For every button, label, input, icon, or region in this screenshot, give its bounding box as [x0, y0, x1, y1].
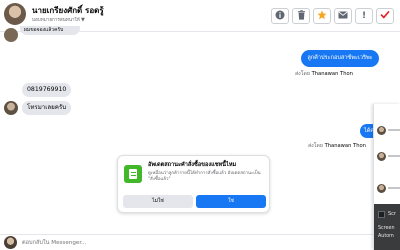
outgoing-message: ลูกค้าประกอบสาซ์พะเวริพะ	[301, 50, 379, 67]
notification-avatar[interactable]	[377, 152, 386, 161]
sent-by-label: ส่งโดย Thanawan Thon	[295, 70, 353, 78]
message-composer	[0, 234, 400, 250]
contact-name[interactable]: นายเกรียงศักดิ์ รอดรู้	[32, 4, 104, 17]
sender-name[interactable]: Thanawan Thon	[325, 143, 366, 149]
prompt-title: อัพเดตสถานะคำสั่งซื้อของแชทนี้ไหม	[148, 162, 237, 168]
page-avatar	[4, 236, 17, 249]
assign-conversation-label[interactable]: มอบหมายการสนทนาให้	[32, 17, 80, 24]
sent-by-prefix: ส่งโดย	[295, 71, 310, 77]
side-overlay-panel: Scr Screen Autom	[373, 104, 400, 250]
notification-text	[388, 129, 400, 131]
notification-text	[388, 155, 400, 157]
contact-avatar	[4, 101, 18, 115]
incoming-message: 0819769910	[22, 83, 72, 97]
no-button[interactable]: ไม่ใช่	[123, 195, 193, 208]
conversation-panel: นายเกรียงศักดิ์ รอดรู้ มอบหมายการสนทนาให…	[0, 0, 400, 250]
trash-button[interactable]	[292, 8, 310, 24]
stop-icon[interactable]	[378, 211, 385, 218]
contact-avatar[interactable]	[4, 3, 26, 25]
info-icon	[275, 10, 285, 23]
sender-name[interactable]: Thanawan Thon	[312, 71, 353, 77]
yes-button[interactable]: ใช่	[196, 195, 266, 208]
sent-by-label: ส่งโดย Thanawan Thon	[308, 142, 366, 150]
document-icon	[124, 165, 142, 183]
mail-button[interactable]	[334, 8, 352, 24]
notification-avatar[interactable]	[377, 126, 386, 135]
star-button[interactable]	[313, 8, 331, 24]
star-icon	[317, 10, 327, 23]
chevron-down-icon[interactable]: ▼	[81, 17, 85, 23]
widget-label: Scr	[388, 211, 396, 217]
reply-input[interactable]	[22, 238, 362, 248]
done-button[interactable]	[376, 8, 394, 24]
incoming-message: โทรมาเลยครับ	[22, 101, 72, 115]
prompt-body: ดูเหมือนว่าลูกค้ารายนี้ได้ทำการสั่งซื้อแ…	[148, 171, 261, 182]
screen-recorder-widget[interactable]: Scr Screen Autom	[374, 204, 400, 250]
order-status-prompt: อัพเดตสถานะคำสั่งซื้อของแชทนี้ไหม ดูเหมื…	[117, 155, 270, 213]
contact-avatar	[4, 28, 18, 42]
widget-label: Autom	[378, 234, 394, 239]
mail-icon	[338, 11, 348, 22]
notification-text	[388, 187, 400, 189]
exclamation-icon: !	[361, 10, 367, 21]
check-icon	[380, 10, 390, 22]
notification-avatar[interactable]	[377, 184, 386, 193]
flag-button[interactable]: !	[355, 8, 373, 24]
widget-label: Screen	[378, 226, 395, 231]
info-button[interactable]	[271, 8, 289, 24]
incoming-message: ผมขอจองแล้วครับ	[20, 26, 80, 35]
sent-by-prefix: ส่งโดย	[308, 143, 323, 149]
trash-icon	[297, 9, 306, 23]
